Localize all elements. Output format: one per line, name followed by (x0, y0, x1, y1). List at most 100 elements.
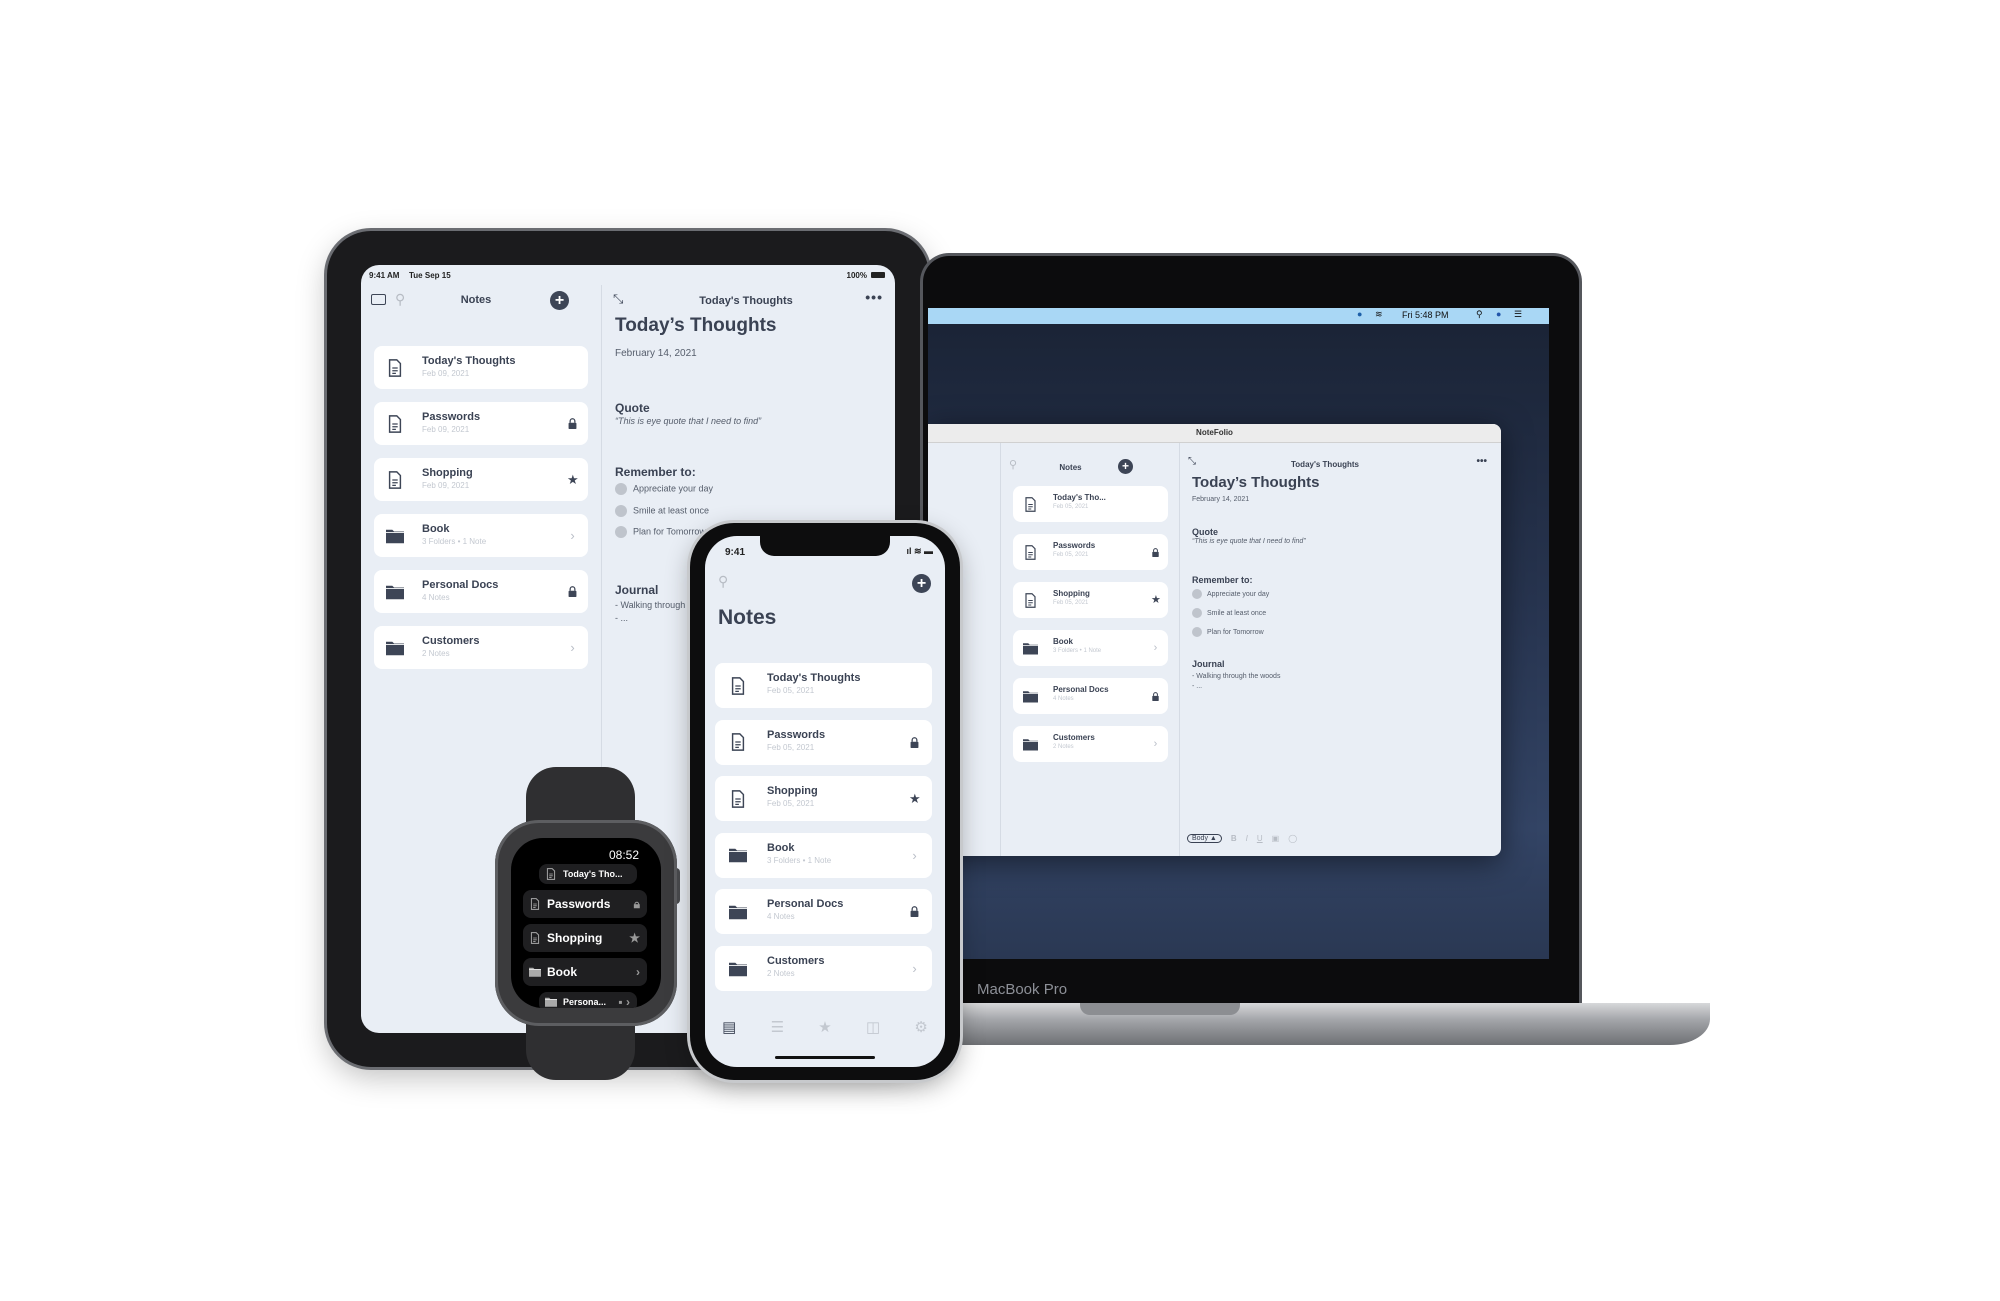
list-item[interactable]: Book 3 Folders • 1 Note › (374, 514, 588, 557)
chevron-icon[interactable]: › (567, 529, 578, 542)
drop-icon[interactable]: ● (1357, 309, 1362, 319)
chevron-icon[interactable]: › (909, 849, 920, 862)
list-item[interactable]: Passwords Feb 05, 2021 (715, 719, 932, 765)
checkbox-icon[interactable] (1192, 608, 1202, 618)
item-title: Book (422, 523, 450, 535)
style-dropdown[interactable]: Body ▲ (1187, 834, 1222, 843)
checklist-icon[interactable]: ◯ (1288, 834, 1297, 843)
list-item[interactable]: Personal Docs 4 Notes (1013, 678, 1168, 714)
add-note-button[interactable]: + (912, 574, 931, 593)
item-subtitle: Feb 05, 2021 (1053, 504, 1089, 510)
lock-icon: 🔒︎ (633, 897, 640, 911)
item-title: Persona... (563, 996, 607, 1007)
list-item[interactable]: Passwords Feb 05, 2021 (1013, 534, 1168, 570)
expand-icon[interactable]: ⤡ (1188, 456, 1196, 467)
lock-icon (1151, 547, 1160, 557)
document-icon (729, 789, 747, 808)
divider (1000, 443, 1001, 856)
note-title[interactable]: Today’s Thoughts (1192, 474, 1320, 491)
search-icon[interactable]: ⚲ (1009, 458, 1017, 471)
tab-notebook-icon[interactable]: ▤ (722, 1018, 736, 1036)
list-item[interactable]: Today's Thoughts Feb 05, 2021 (715, 663, 932, 708)
watch-list-item[interactable]: Today's Tho... (539, 864, 637, 884)
list-item[interactable]: Personal Docs 4 Notes (715, 889, 932, 935)
notification-center-icon[interactable]: ☰ (1514, 309, 1522, 320)
add-note-button[interactable]: + (550, 291, 569, 310)
iphone-screen: 9:41 ıl ≋ ▬ ⚲ + Notes Today's Thoughts Fe… (705, 536, 945, 1067)
lock-icon (909, 736, 920, 748)
wifi-icon[interactable]: ≋ (1375, 309, 1383, 320)
list-item[interactable]: Shopping Feb 05, 2021 ★ (715, 776, 932, 822)
checkbox-icon[interactable] (615, 504, 627, 517)
item-title: Book (767, 841, 795, 854)
item-title: Book (547, 965, 577, 979)
checkbox-icon[interactable] (615, 526, 627, 538)
tab-list-icon[interactable]: ☰ (771, 1018, 784, 1036)
list-item[interactable]: Today's Thoughts Feb 09, 2021 (374, 346, 588, 389)
add-note-button[interactable]: + (1118, 459, 1133, 474)
todo-item[interactable]: Plan for Tomorrow (615, 526, 706, 538)
list-item[interactable]: Book 3 Folders • 1 Note › (715, 832, 932, 878)
tab-bar: ▤ ☰ ★ ◫ ⚙ (705, 1018, 945, 1036)
list-item[interactable]: Shopping Feb 09, 2021 ★ (374, 458, 588, 501)
todo-item[interactable]: Smile at least once (615, 504, 709, 517)
todo-item[interactable]: Plan for Tomorrow (1192, 627, 1264, 637)
expand-icon[interactable]: ⤡ (613, 291, 623, 307)
chevron-icon[interactable]: › (567, 641, 578, 654)
chevron-icon[interactable]: › (909, 962, 920, 975)
folder-icon (1023, 737, 1038, 752)
list-item[interactable]: Customers 2 Notes › (715, 946, 932, 991)
list-item[interactable]: Customers 2 Notes › (374, 626, 588, 669)
search-icon[interactable]: ⚲ (395, 291, 405, 308)
note-title[interactable]: Today’s Thoughts (615, 315, 777, 337)
todo-text: Smile at least once (1207, 609, 1267, 617)
sidebar-toggle-icon[interactable] (371, 294, 386, 305)
more-icon[interactable]: ••• (1476, 456, 1487, 467)
checkbox-icon[interactable] (1192, 589, 1202, 599)
italic-button[interactable]: I (1246, 834, 1248, 843)
item-title: Shopping (1053, 589, 1090, 598)
chevron-icon[interactable]: › (1151, 738, 1160, 749)
list-item[interactable]: Personal Docs 4 Notes (374, 570, 588, 613)
bold-button[interactable]: B (1231, 834, 1237, 843)
search-icon[interactable]: ⚲ (718, 573, 728, 590)
item-subtitle: 3 Folders • 1 Note (767, 855, 832, 865)
title-bar[interactable]: NoteFolio (928, 424, 1501, 443)
todo-item[interactable]: Appreciate your day (1192, 589, 1269, 599)
note-date: February 14, 2021 (615, 348, 697, 359)
folder-icon (1023, 641, 1038, 656)
watch-list-item[interactable]: Book › (523, 958, 647, 986)
journal-line[interactable]: - ... (1192, 683, 1202, 690)
watch-list-item[interactable]: Persona... ▪ › (539, 992, 637, 1008)
tab-trash-icon[interactable]: ◫ (866, 1018, 880, 1036)
spotlight-icon[interactable]: ⚲ (1476, 309, 1483, 320)
list-item[interactable]: Customers 2 Notes › (1013, 726, 1168, 762)
note-header-title: Today's Thoughts (1291, 460, 1359, 469)
underline-button[interactable]: U (1257, 834, 1263, 843)
siri-icon[interactable]: ● (1496, 309, 1501, 319)
image-icon[interactable]: ▣ (1272, 834, 1280, 843)
tab-gear-icon[interactable]: ⚙ (914, 1018, 927, 1036)
home-indicator[interactable] (775, 1056, 875, 1059)
list-item[interactable]: Shopping Feb 05, 2021 ★ (1013, 582, 1168, 618)
list-item[interactable]: Passwords Feb 09, 2021 (374, 402, 588, 445)
tab-star-icon[interactable]: ★ (818, 1018, 831, 1036)
todo-text: Plan for Tomorrow (633, 526, 706, 537)
todo-item[interactable]: Appreciate your day (615, 483, 713, 495)
watch-list-item[interactable]: Shopping ★ (523, 924, 647, 952)
list-item[interactable]: Book 3 Folders • 1 Note › (1013, 630, 1168, 666)
checkbox-icon[interactable] (615, 483, 627, 495)
todo-item[interactable]: Smile at least once (1192, 608, 1266, 618)
chevron-icon[interactable]: › (1151, 642, 1160, 653)
more-icon[interactable]: ••• (865, 289, 883, 305)
document-icon (386, 414, 404, 433)
status-time: 9:41 AM (369, 271, 400, 280)
menubar-clock[interactable]: Fri 5:48 PM (1402, 310, 1449, 320)
checkbox-icon[interactable] (1192, 627, 1202, 637)
list-item[interactable]: Today's Tho... Feb 05, 2021 (1013, 486, 1168, 522)
document-icon (386, 470, 404, 489)
note-header-title: Today's Thoughts (699, 295, 793, 307)
item-subtitle: 4 Notes (422, 593, 450, 602)
iphone-device: 9:41 ıl ≋ ▬ ⚲ + Notes Today's Thoughts Fe… (690, 523, 960, 1080)
watch-list-item[interactable]: Passwords 🔒︎ (523, 890, 647, 918)
